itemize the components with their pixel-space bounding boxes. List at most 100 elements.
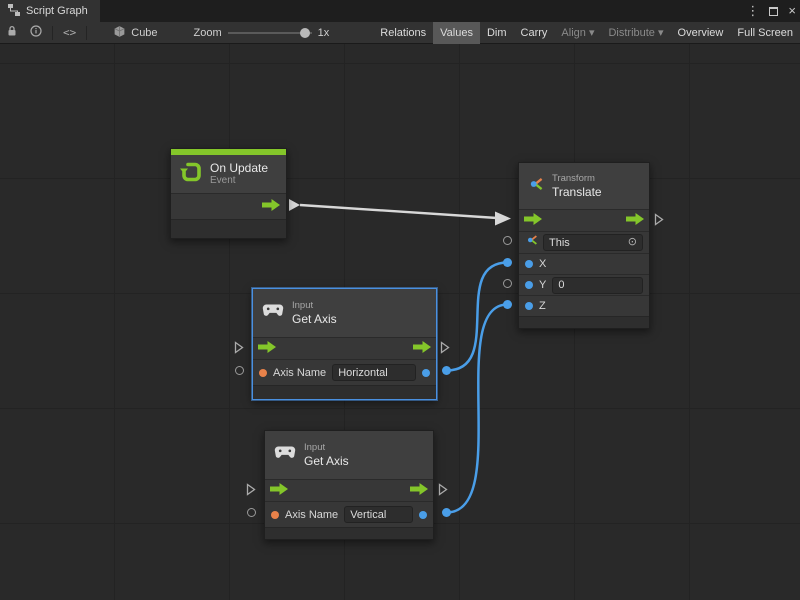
axis-name-label: Axis Name <box>273 367 326 379</box>
get-axis-h-value-in-external-port[interactable] <box>235 366 244 375</box>
info-button[interactable] <box>24 22 48 44</box>
flow-input-port[interactable] <box>258 340 276 358</box>
align-button[interactable]: Align ▾ <box>554 22 601 44</box>
distribute-button[interactable]: Distribute ▾ <box>601 22 670 44</box>
translate-y-external-port[interactable] <box>503 279 512 288</box>
carry-button[interactable]: Carry <box>514 22 555 44</box>
node-footer <box>253 385 436 399</box>
y-input-port[interactable] <box>525 281 533 289</box>
gamepad-icon <box>261 303 285 323</box>
transform-icon <box>527 175 545 198</box>
flow-output-port[interactable] <box>262 198 280 216</box>
axis-name-input-port[interactable] <box>259 369 267 377</box>
graph-toolbar: <> Cube Zoom 1x Relations Values Dim Car… <box>0 22 800 44</box>
translate-y-row: Y 0 <box>519 274 649 295</box>
toolbar-separator <box>86 26 87 40</box>
get-axis-h-flow-in-external-port[interactable] <box>234 341 244 359</box>
axis-name-label: Axis Name <box>285 509 338 521</box>
translate-flow-out-external-port[interactable] <box>654 213 664 231</box>
tab-script-graph[interactable]: Script Graph <box>0 0 100 22</box>
get-axis-v-value-in-external-port[interactable] <box>247 508 256 517</box>
zoom-slider[interactable] <box>228 32 312 34</box>
on-update-header[interactable]: On Update Event <box>171 155 286 193</box>
zoom-value: 1x <box>318 27 330 39</box>
window-menu-button[interactable]: ⋮ <box>746 0 759 22</box>
get-axis-v-result-external-port[interactable] <box>442 508 451 517</box>
get-axis-h-flow-out-external-port[interactable] <box>440 341 450 359</box>
flow-output-port[interactable] <box>410 482 428 500</box>
translate-z-external-port[interactable] <box>503 300 512 309</box>
zoom-slider-handle[interactable] <box>300 28 310 38</box>
toolbar-separator <box>52 26 53 40</box>
this-object-field[interactable]: This ⊙ <box>543 234 643 251</box>
node-title: On Update <box>210 161 268 175</box>
axis-name-value: Horizontal <box>338 367 388 379</box>
translate-x-external-port[interactable] <box>503 258 512 267</box>
node-footer <box>519 316 649 328</box>
translate-z-row: Z <box>519 295 649 316</box>
node-category: Input <box>304 442 349 454</box>
node-title: Get Axis <box>304 454 349 468</box>
x-label: X <box>539 258 546 270</box>
get-axis-header[interactable]: Input Get Axis <box>253 289 436 337</box>
get-axis-h-result-external-port[interactable] <box>442 366 451 375</box>
flow-output-port[interactable] <box>626 212 644 230</box>
lock-button[interactable] <box>0 22 24 44</box>
toolbar-buttons: Relations Values Dim Carry Align ▾ Distr… <box>373 22 800 44</box>
object-picker-icon[interactable]: ⊙ <box>628 237 637 248</box>
axis-name-input-port[interactable] <box>271 511 279 519</box>
preview-code-button[interactable]: <> <box>57 22 82 44</box>
get-axis-flow-row <box>265 479 433 501</box>
node-translate[interactable]: Transform Translate This ⊙ <box>518 162 650 329</box>
relations-button[interactable]: Relations <box>373 22 433 44</box>
transform-axis-icon <box>525 233 539 252</box>
info-icon <box>30 25 42 40</box>
get-axis-flow-row <box>253 337 436 359</box>
node-title: Translate <box>552 185 602 199</box>
node-footer <box>265 527 433 539</box>
axis-name-field[interactable]: Horizontal <box>332 364 416 381</box>
z-input-port[interactable] <box>525 302 533 310</box>
tab-title: Script Graph <box>26 5 88 17</box>
this-object-value: This <box>549 237 570 249</box>
on-update-icon <box>179 160 203 189</box>
node-on-update[interactable]: On Update Event <box>170 148 287 239</box>
node-subtitle: Event <box>210 175 268 187</box>
translate-header[interactable]: Transform Translate <box>519 163 649 209</box>
y-label: Y <box>539 279 546 291</box>
y-value-field[interactable]: 0 <box>552 277 643 294</box>
flow-input-port[interactable] <box>524 212 542 230</box>
axis-name-value: Vertical <box>350 509 386 521</box>
overview-button[interactable]: Overview <box>671 22 731 44</box>
graph-icon <box>8 4 20 19</box>
values-button[interactable]: Values <box>433 22 480 44</box>
zoom-label: Zoom <box>194 27 222 39</box>
maximize-button[interactable] <box>769 7 778 16</box>
window-tab-bar: Script Graph ⋮ × <box>0 0 800 22</box>
get-axis-v-flow-out-external-port[interactable] <box>438 483 448 501</box>
flow-output-port[interactable] <box>413 340 431 358</box>
gamepad-icon <box>273 445 297 465</box>
script-graph-window: Script Graph ⋮ × <> Cube <box>0 0 800 600</box>
node-get-axis-vertical[interactable]: Input Get Axis Axis Name Vertical <box>264 430 434 540</box>
axis-name-field[interactable]: Vertical <box>344 506 413 523</box>
y-value: 0 <box>558 279 564 291</box>
fullscreen-button[interactable]: Full Screen <box>730 22 800 44</box>
graph-target-label: Cube <box>131 27 157 39</box>
get-axis-header[interactable]: Input Get Axis <box>265 431 433 479</box>
result-output-port[interactable] <box>422 369 430 377</box>
x-input-port[interactable] <box>525 260 533 268</box>
translate-this-row: This ⊙ <box>519 231 649 253</box>
node-title: Get Axis <box>292 312 337 326</box>
dim-button[interactable]: Dim <box>480 22 514 44</box>
node-get-axis-horizontal[interactable]: Input Get Axis Axis Name Horizontal <box>252 288 437 400</box>
flow-input-port[interactable] <box>270 482 288 500</box>
graph-target-button[interactable]: Cube <box>107 22 163 44</box>
translate-this-external-port[interactable] <box>503 236 512 245</box>
window-controls: ⋮ × <box>746 0 796 22</box>
get-axis-param-row: Axis Name Horizontal <box>253 359 436 385</box>
close-button[interactable]: × <box>788 0 796 22</box>
node-category: Transform <box>552 173 602 185</box>
get-axis-v-flow-in-external-port[interactable] <box>246 483 256 501</box>
result-output-port[interactable] <box>419 511 427 519</box>
